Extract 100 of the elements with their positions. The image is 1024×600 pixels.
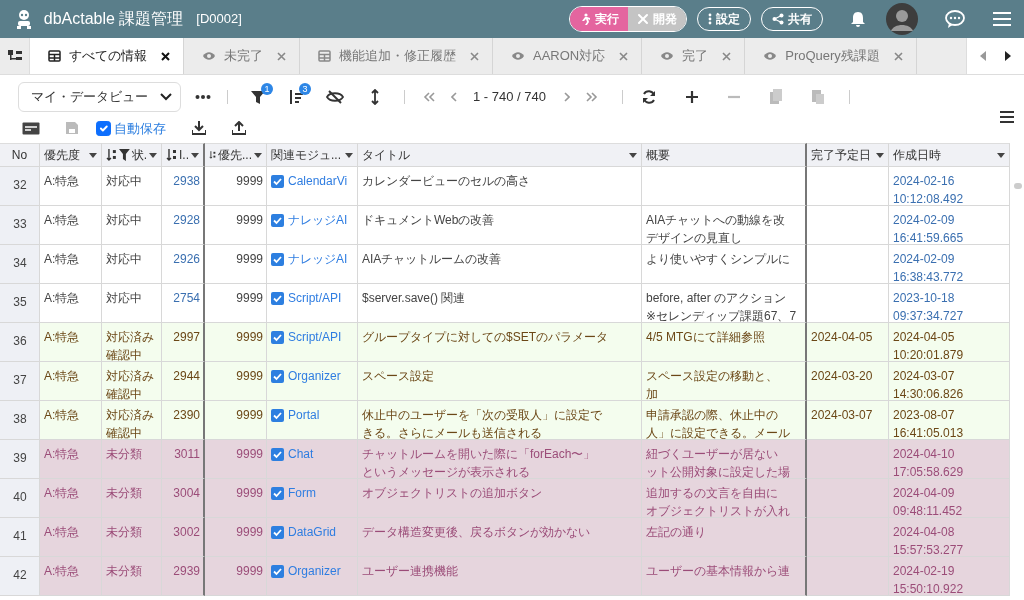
cell-text: カレンダービューのセルの高さ <box>362 173 530 190</box>
row-number: 39 <box>0 440 40 479</box>
table-cell: 2024-03-07 <box>807 401 889 440</box>
table-cell: 9999 <box>205 323 267 362</box>
sort-icon <box>106 149 117 161</box>
column-header[interactable]: タイトル <box>358 143 642 167</box>
table-cell: 9999 <box>205 401 267 440</box>
run-button[interactable]: 実行 <box>570 7 628 31</box>
sort-icon <box>166 149 177 161</box>
cell-text: きる。さらにメールも送信される <box>362 425 542 442</box>
runner-icon <box>579 13 591 25</box>
module-link[interactable]: ナレッジAI <box>288 250 348 268</box>
close-icon[interactable] <box>161 51 170 61</box>
cell-text: ユーザー連携機能 <box>362 563 458 580</box>
table-cell: A:特急 <box>40 206 102 245</box>
cell-text: 2023-10-18 <box>893 290 955 307</box>
table-cell: 2997 <box>162 323 205 362</box>
cell-text: 休止中のユーザーを「次の受取人」に設定で <box>362 407 602 424</box>
cell-text: $server.save() 関連 <box>362 290 466 307</box>
row-number: 40 <box>0 479 40 518</box>
column-header[interactable]: 完了予定日 <box>807 143 889 167</box>
table-cell: 9999 <box>205 557 267 596</box>
left-arrow-icon[interactable] <box>979 51 986 61</box>
card-view-icon <box>22 121 40 135</box>
cell-text: 2024-04-10 <box>893 446 955 463</box>
autosave-label[interactable]: 自動保存 <box>114 118 167 138</box>
column-header[interactable]: 優先度 <box>40 143 102 167</box>
right-arrow-icon[interactable] <box>1005 51 1011 61</box>
download-icon <box>192 121 207 136</box>
row-number: 37 <box>0 362 40 401</box>
cell-text: 対応済み <box>106 329 154 346</box>
autosave-checkbox[interactable] <box>96 120 111 136</box>
cell-text: ※セレンディップ課題67、7 <box>646 308 797 325</box>
checkbox[interactable] <box>271 487 284 500</box>
table-icon <box>48 50 61 62</box>
cell-text: 14:30:06.826 <box>893 386 964 403</box>
last-page-icon <box>586 91 598 102</box>
cell-text: 対応中 <box>106 290 142 307</box>
add-icon <box>685 89 699 104</box>
table-cell: 9999 <box>205 167 267 206</box>
checkbox[interactable] <box>271 331 284 344</box>
checkbox[interactable] <box>271 253 284 266</box>
checkbox[interactable] <box>271 214 284 227</box>
table-cell: 2754 <box>162 284 205 323</box>
checkbox[interactable] <box>271 565 284 578</box>
cell-text: before, after のアクション <box>646 290 787 307</box>
cell-text: 2024-04-05 <box>893 329 955 346</box>
module-link[interactable]: Form <box>288 484 316 502</box>
module-link[interactable]: CalendarVi <box>288 172 348 190</box>
cell-text: スペース設定 <box>362 368 434 385</box>
checkbox[interactable] <box>271 526 284 539</box>
module-link[interactable]: Chat <box>288 445 314 463</box>
caret-down-icon <box>149 152 157 158</box>
row-number: 32 <box>0 167 40 206</box>
caret-down-icon <box>997 152 1005 158</box>
menu-icon[interactable] <box>992 11 1012 27</box>
tab[interactable]: すべての情報 <box>30 38 184 74</box>
cell-text: デザインの見直し <box>646 230 742 247</box>
module-link[interactable]: Script/API <box>288 289 342 307</box>
column-header[interactable]: No <box>0 143 40 167</box>
column-header[interactable]: 優先... <box>205 143 267 167</box>
cell-text: より使いやすくシンプルに <box>646 251 790 268</box>
table-cell: 9999 <box>205 245 267 284</box>
tree-icon[interactable] <box>7 50 22 62</box>
caret-down-icon <box>876 152 884 158</box>
save-icon <box>66 122 78 135</box>
eye-icon <box>660 50 675 62</box>
checkbox[interactable] <box>271 409 284 422</box>
table-cell: 2024-03-20 <box>807 362 889 401</box>
cell-text: 15:57:53.277 <box>893 542 964 559</box>
column-header[interactable]: 作成日時 <box>889 143 1010 167</box>
table-cell: 2939 <box>162 557 205 596</box>
checkbox[interactable] <box>271 448 284 461</box>
page-range: 1 - 740 / 740 <box>473 88 546 106</box>
module-link[interactable]: ナレッジAI <box>288 211 348 229</box>
view-select[interactable]: マイ・データビュー <box>18 82 181 112</box>
row-number: 33 <box>0 206 40 245</box>
chat-icon[interactable] <box>944 9 966 29</box>
module-link[interactable]: Portal <box>288 406 320 424</box>
checkbox[interactable] <box>271 292 284 305</box>
avatar[interactable] <box>886 3 918 35</box>
checkbox[interactable] <box>271 175 284 188</box>
upload-icon <box>232 121 247 136</box>
column-header[interactable]: 概要 <box>642 143 807 167</box>
table-cell: A:特急 <box>40 401 102 440</box>
column-header[interactable]: I.. <box>162 143 205 167</box>
column-header[interactable]: 関連モジュ... <box>267 143 358 167</box>
eye-icon <box>763 50 778 62</box>
cell-text: チャットルームを開いた際に「forEach〜」 <box>362 446 596 463</box>
cell-text: 確認中 <box>106 347 142 364</box>
cell-text: 09:48:11.452 <box>893 503 963 520</box>
cell-text: 人」に設定できる。メール <box>646 425 790 442</box>
cell-text: 16:38:43.772 <box>893 269 964 286</box>
caret-down-icon <box>629 152 637 158</box>
table-cell: A:特急 <box>40 284 102 323</box>
robot-icon <box>14 9 34 29</box>
checkbox[interactable] <box>271 370 284 383</box>
table-cell: 3011 <box>162 440 205 479</box>
cell-text: 10:20:01.879 <box>893 347 964 364</box>
column-header[interactable]: 状. <box>102 143 162 167</box>
